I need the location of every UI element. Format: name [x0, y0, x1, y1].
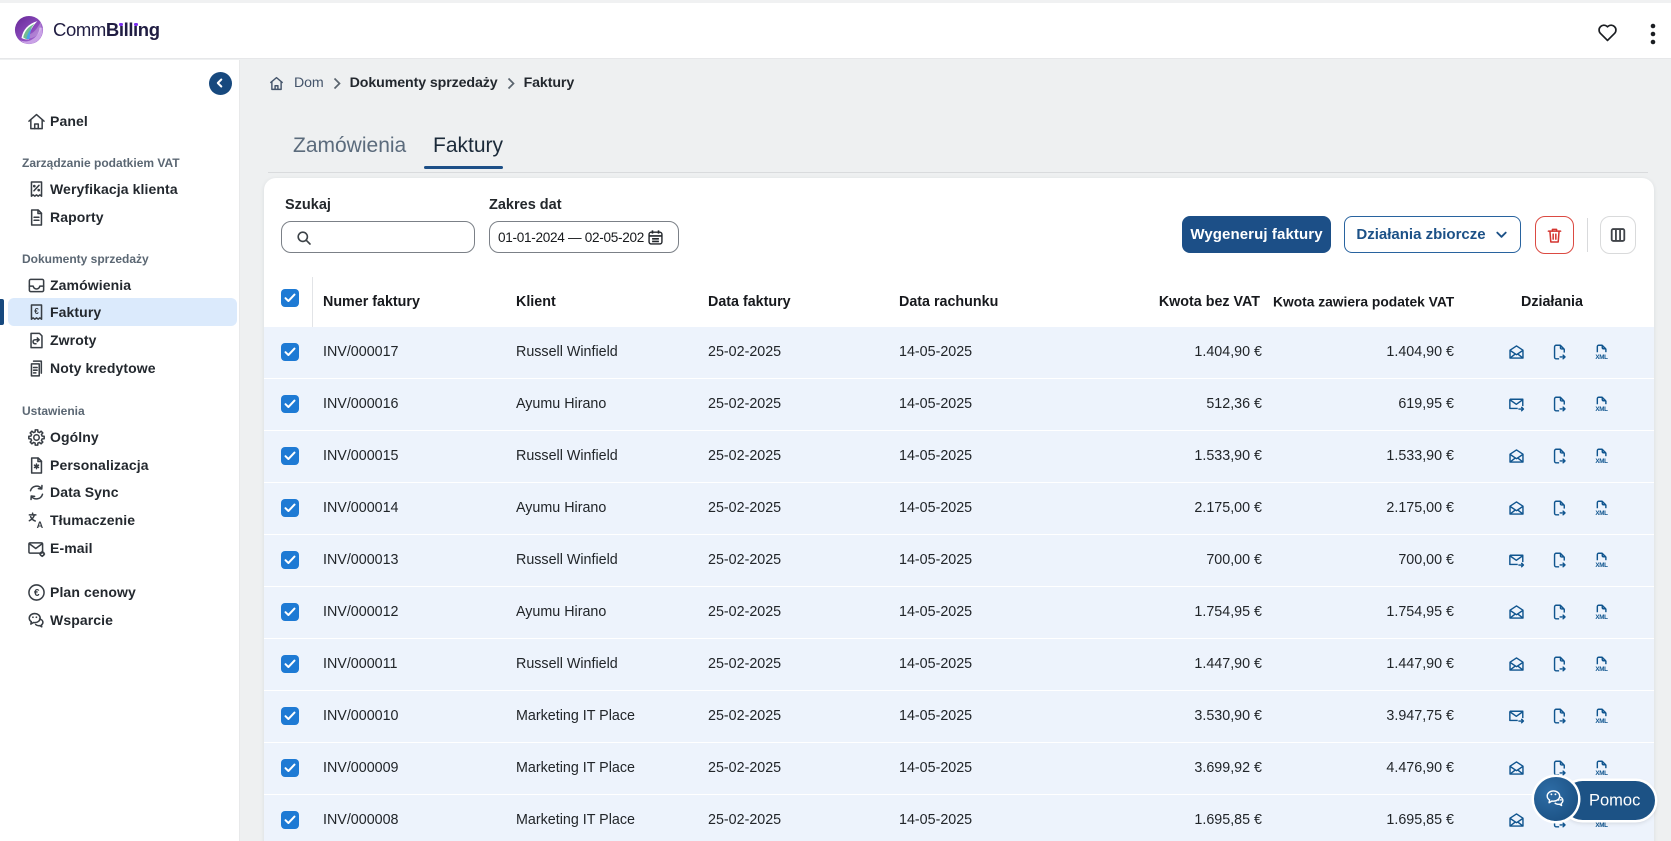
svg-text:€: € [34, 587, 40, 598]
svg-text:XML: XML [1595, 458, 1608, 465]
svg-text:XML: XML [1595, 562, 1608, 569]
svg-text:€: € [34, 307, 39, 316]
svg-text:XML: XML [1595, 718, 1608, 725]
svg-text:A: A [37, 520, 44, 530]
svg-text:XML: XML [1595, 666, 1608, 673]
svg-text:XML: XML [1595, 770, 1608, 777]
svg-text:XML: XML [1595, 614, 1608, 621]
svg-text:XML: XML [1595, 510, 1608, 517]
svg-text:XML: XML [1595, 406, 1608, 413]
svg-text:XML: XML [1595, 822, 1608, 829]
svg-text:XML: XML [1595, 354, 1608, 361]
